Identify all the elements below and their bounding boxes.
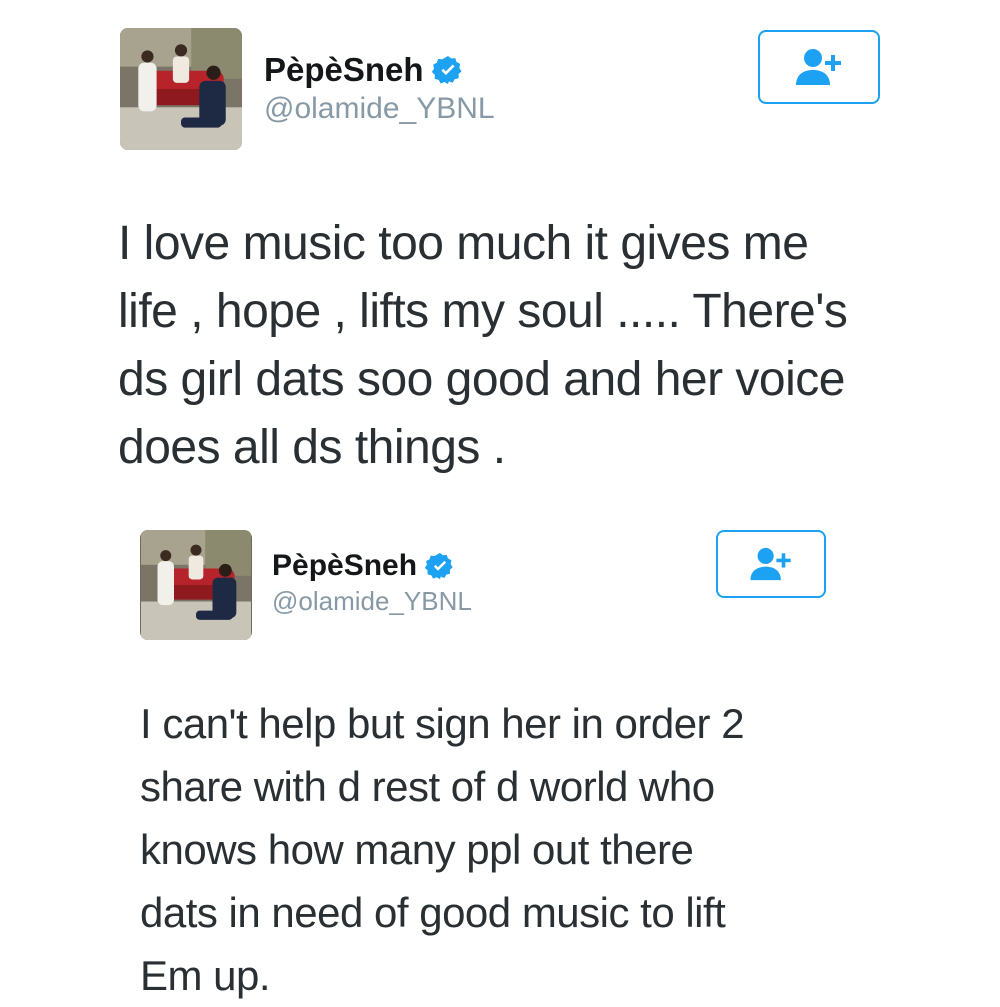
avatar[interactable] xyxy=(120,28,242,150)
tweet-text-line: ds girl dats soo good and her voice xyxy=(118,353,845,406)
follow-user-plus-icon xyxy=(750,547,791,581)
user-name-row: PèpèSneh xyxy=(272,548,455,584)
avatar-photo xyxy=(120,28,242,150)
user-handle[interactable]: @olamide_YBNL xyxy=(264,92,495,126)
tweet-text-line: does all ds things . xyxy=(118,421,506,474)
tweet-text-line: life , hope , lifts my soul ..... There'… xyxy=(118,285,848,338)
tweet-text-line: dats in need of good music to lift xyxy=(140,889,726,936)
tweet-text-line: share with d rest of d world who xyxy=(140,763,715,810)
tweet-text-line: knows how many ppl out there xyxy=(140,826,694,873)
tweet-text: I love music too much it gives me life ,… xyxy=(118,210,848,482)
user-name-row: PèpèSneh xyxy=(264,50,464,90)
follow-button[interactable] xyxy=(716,530,826,598)
follow-user-plus-icon xyxy=(796,49,841,85)
display-name[interactable]: PèpèSneh xyxy=(264,51,424,89)
display-name[interactable]: PèpèSneh xyxy=(272,549,417,583)
tweet-text-line: I love music too much it gives me xyxy=(118,217,809,270)
avatar[interactable] xyxy=(140,530,252,640)
tweet-text-line: I can't help but sign her in order 2 xyxy=(140,700,745,747)
avatar-photo xyxy=(141,530,251,640)
follow-button[interactable] xyxy=(758,30,880,104)
verified-badge-icon xyxy=(425,551,455,581)
verified-badge-icon xyxy=(431,54,464,86)
tweet-text: I can't help but sign her in order 2 sha… xyxy=(140,692,745,1007)
tweet-text-line: Em up. xyxy=(140,952,271,999)
user-handle[interactable]: @olamide_YBNL xyxy=(272,586,472,617)
